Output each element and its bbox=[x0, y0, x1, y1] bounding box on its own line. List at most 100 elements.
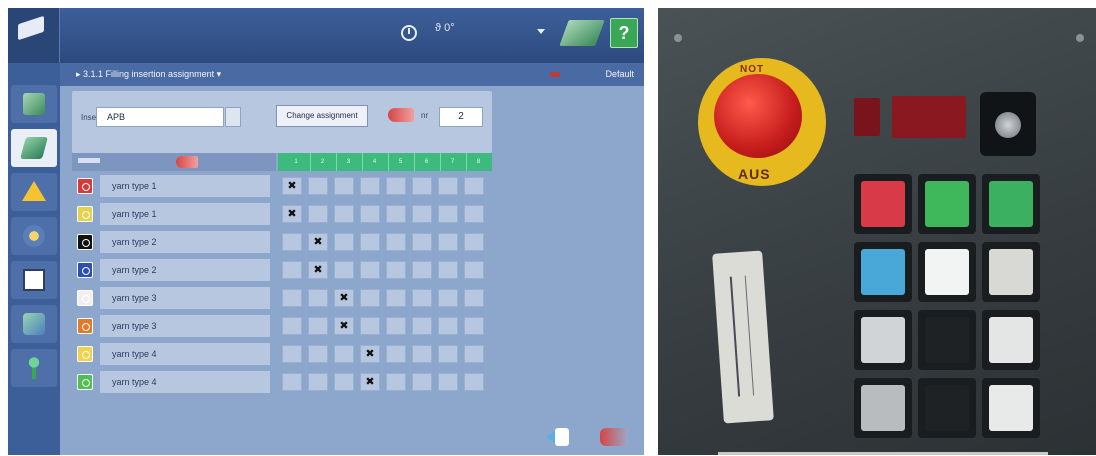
count-field[interactable]: 2 bbox=[439, 107, 483, 127]
yarn-color-swatch[interactable] bbox=[77, 318, 93, 334]
assignment-cell[interactable] bbox=[334, 261, 354, 279]
push-button[interactable] bbox=[854, 174, 912, 234]
assignment-cell[interactable] bbox=[386, 317, 406, 335]
assignment-cell[interactable] bbox=[464, 345, 484, 363]
assignment-cell[interactable] bbox=[308, 373, 328, 391]
push-button[interactable] bbox=[982, 174, 1040, 234]
assignment-cell[interactable] bbox=[438, 205, 458, 223]
push-button[interactable] bbox=[854, 310, 912, 370]
assignment-cell[interactable] bbox=[412, 317, 432, 335]
assignment-cell-checked[interactable]: ✖ bbox=[334, 317, 354, 335]
key-switch[interactable] bbox=[980, 92, 1036, 156]
assignment-cell[interactable] bbox=[334, 345, 354, 363]
yarn-color-swatch[interactable] bbox=[77, 234, 93, 250]
assignment-cell[interactable] bbox=[360, 205, 380, 223]
assignment-cell[interactable] bbox=[438, 261, 458, 279]
assignment-cell[interactable] bbox=[360, 261, 380, 279]
assignment-cell[interactable] bbox=[464, 261, 484, 279]
assignment-cell[interactable] bbox=[412, 289, 432, 307]
assignment-cell-checked[interactable]: ✖ bbox=[282, 205, 302, 223]
machine-status-icon[interactable] bbox=[559, 20, 605, 46]
assignment-cell[interactable] bbox=[412, 373, 432, 391]
push-button[interactable] bbox=[982, 310, 1040, 370]
assignment-cell[interactable] bbox=[412, 345, 432, 363]
assignment-cell[interactable] bbox=[386, 205, 406, 223]
assignment-cell[interactable] bbox=[360, 289, 380, 307]
yarn-color-swatch[interactable] bbox=[77, 290, 93, 306]
assignment-cell[interactable] bbox=[438, 373, 458, 391]
assignment-cell[interactable] bbox=[282, 373, 302, 391]
assignment-cell[interactable] bbox=[438, 233, 458, 251]
sidebar-item-weft-insertion[interactable] bbox=[11, 129, 57, 167]
exit-button[interactable] bbox=[600, 428, 628, 446]
assignment-cell[interactable] bbox=[334, 373, 354, 391]
sidebar-item-machine[interactable] bbox=[11, 85, 57, 123]
yarn-color-swatch[interactable] bbox=[77, 262, 93, 278]
assignment-cell[interactable] bbox=[386, 233, 406, 251]
assignment-cell[interactable] bbox=[308, 317, 328, 335]
assignment-cell-checked[interactable]: ✖ bbox=[282, 177, 302, 195]
assignment-cell[interactable] bbox=[412, 177, 432, 195]
push-button[interactable] bbox=[982, 378, 1040, 438]
assignment-cell[interactable] bbox=[360, 317, 380, 335]
assignment-cell[interactable] bbox=[412, 233, 432, 251]
assignment-cell[interactable] bbox=[282, 261, 302, 279]
push-button[interactable] bbox=[854, 242, 912, 302]
assignment-cell[interactable] bbox=[282, 345, 302, 363]
assignment-cell[interactable] bbox=[386, 289, 406, 307]
assignment-cell[interactable] bbox=[386, 261, 406, 279]
assignment-cell-checked[interactable]: ✖ bbox=[360, 373, 380, 391]
assignment-cell-checked[interactable]: ✖ bbox=[334, 289, 354, 307]
timer-icon[interactable] bbox=[401, 25, 417, 41]
assignment-cell[interactable] bbox=[386, 345, 406, 363]
assignment-cell[interactable] bbox=[282, 233, 302, 251]
assignment-cell[interactable] bbox=[334, 205, 354, 223]
yarn-color-swatch[interactable] bbox=[77, 346, 93, 362]
assignment-cell-checked[interactable]: ✖ bbox=[308, 261, 328, 279]
yarn-color-swatch[interactable] bbox=[77, 206, 93, 222]
assignment-cell-checked[interactable]: ✖ bbox=[308, 233, 328, 251]
page-title[interactable]: ▸ 3.1.1 Filling insertion assignment ▾ bbox=[76, 63, 221, 86]
assignment-cell[interactable] bbox=[386, 177, 406, 195]
assignment-cell[interactable] bbox=[438, 317, 458, 335]
assignment-cell[interactable] bbox=[308, 205, 328, 223]
sidebar-item-settings[interactable] bbox=[11, 217, 57, 255]
assignment-cell[interactable] bbox=[308, 345, 328, 363]
assignment-cell[interactable] bbox=[412, 205, 432, 223]
assignment-cell[interactable] bbox=[360, 233, 380, 251]
chevron-down-icon[interactable] bbox=[537, 29, 545, 34]
assignment-cell[interactable] bbox=[308, 289, 328, 307]
assignment-cell[interactable] bbox=[334, 177, 354, 195]
change-assignment-button[interactable]: Change assignment bbox=[276, 105, 368, 127]
sidebar-item-tools[interactable] bbox=[11, 305, 57, 343]
assignment-cell[interactable] bbox=[464, 373, 484, 391]
field-picker-button[interactable] bbox=[225, 107, 241, 127]
assignment-cell[interactable] bbox=[386, 373, 406, 391]
sidebar-item-warnings[interactable] bbox=[11, 173, 57, 211]
assignment-cell[interactable] bbox=[360, 177, 380, 195]
assignment-cell[interactable] bbox=[464, 289, 484, 307]
assignment-cell[interactable] bbox=[464, 233, 484, 251]
assignment-cell[interactable] bbox=[282, 317, 302, 335]
back-button[interactable] bbox=[546, 426, 572, 448]
assignment-cell[interactable] bbox=[464, 177, 484, 195]
help-button[interactable]: ? bbox=[610, 18, 638, 48]
sidebar-item-manual[interactable] bbox=[11, 261, 57, 299]
yarn-color-swatch[interactable] bbox=[77, 178, 93, 194]
push-button[interactable] bbox=[918, 310, 976, 370]
assignment-cell-checked[interactable]: ✖ bbox=[360, 345, 380, 363]
push-button[interactable] bbox=[854, 378, 912, 438]
assignment-cell[interactable] bbox=[282, 289, 302, 307]
assignment-cell[interactable] bbox=[438, 177, 458, 195]
push-button[interactable] bbox=[918, 378, 976, 438]
emergency-stop-button[interactable] bbox=[714, 74, 802, 158]
push-button[interactable] bbox=[918, 242, 976, 302]
push-button[interactable] bbox=[918, 174, 976, 234]
assignment-cell[interactable] bbox=[334, 233, 354, 251]
push-button[interactable] bbox=[982, 242, 1040, 302]
assignment-cell[interactable] bbox=[308, 177, 328, 195]
sidebar-item-operator[interactable] bbox=[11, 349, 57, 387]
assignment-cell[interactable] bbox=[438, 289, 458, 307]
assignment-cell[interactable] bbox=[438, 345, 458, 363]
assignment-cell[interactable] bbox=[412, 261, 432, 279]
